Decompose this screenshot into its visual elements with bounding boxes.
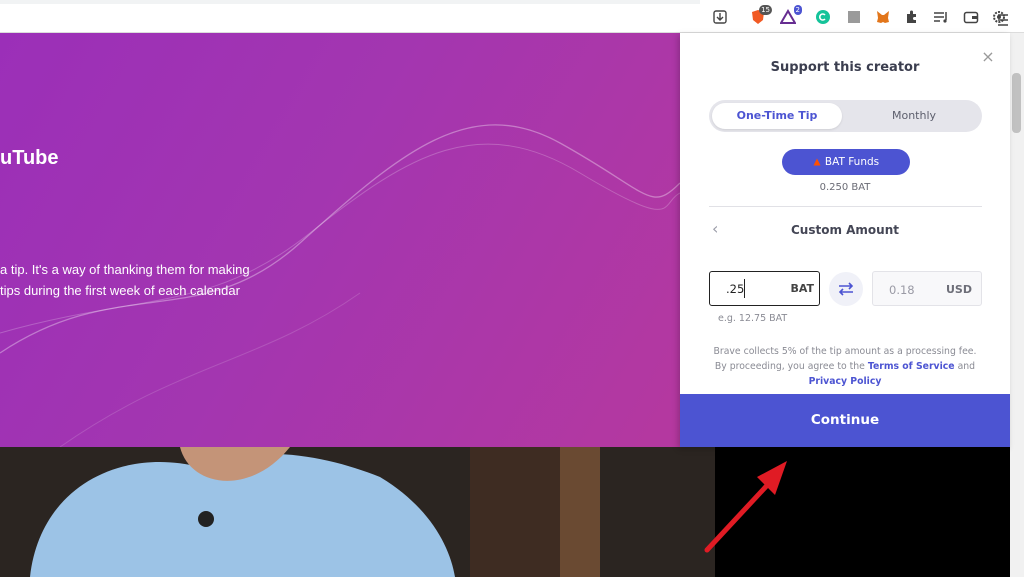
creator-banner: uTube a tip. It's a way of thanking them…	[0, 33, 680, 447]
section-divider	[709, 206, 982, 207]
metamask-icon[interactable]	[875, 9, 891, 25]
brave-shields-icon[interactable]: 15	[750, 5, 772, 25]
text-caret	[744, 279, 745, 298]
bat-triangle-icon	[813, 158, 821, 166]
banner-text-line: a tip. It's a way of thanking them for m…	[0, 262, 250, 277]
banner-text-line: tips during the first week of each calen…	[0, 283, 240, 298]
agree-text: By proceeding, you agree to the	[714, 361, 865, 372]
url-bar-edge	[0, 0, 700, 4]
and-text: and	[957, 361, 976, 372]
wallet-icon[interactable]	[963, 9, 979, 25]
bat-amount-value: .25	[726, 282, 745, 296]
close-icon[interactable]: ×	[980, 49, 996, 65]
tab-monthly[interactable]: Monthly	[849, 103, 979, 129]
support-creator-panel: Support this creator × One-Time Tip Mont…	[680, 33, 1010, 447]
swap-arrows-icon	[838, 282, 854, 296]
fee-disclaimer: Brave collects 5% of the tip amount as a…	[700, 344, 990, 389]
browser-toolbar: 15 2	[0, 0, 1024, 33]
download-icon[interactable]	[712, 9, 728, 25]
bat-funds-amount: 0.250 BAT	[819, 182, 871, 193]
banner-description: a tip. It's a way of thanking them for m…	[0, 259, 300, 301]
rewards-badge: 2	[793, 5, 802, 15]
swap-currency-button[interactable]	[829, 272, 863, 306]
annotation-arrow	[704, 461, 787, 553]
video-frame	[0, 447, 715, 577]
terms-of-service-link[interactable]: Terms of Service	[868, 361, 955, 372]
bat-unit-label: BAT	[790, 282, 814, 295]
brave-rewards-icon[interactable]: 2	[780, 5, 802, 25]
page-scrollbar[interactable]	[1010, 33, 1024, 577]
bat-amount-input[interactable]: .25 BAT	[709, 271, 820, 306]
continue-button[interactable]: Continue	[680, 394, 1010, 447]
puzzle-icon[interactable]	[904, 9, 920, 25]
video-person-image	[0, 447, 715, 577]
tab-one-time-tip[interactable]: One-Time Tip	[712, 103, 842, 129]
tip-type-toggle: One-Time Tip Monthly	[709, 100, 982, 132]
fee-text: Brave collects 5% of the tip amount as a…	[713, 346, 977, 357]
usd-amount-value: 0.18	[889, 283, 915, 297]
playlist-icon[interactable]	[933, 9, 949, 25]
menu-icon-glyph[interactable]	[998, 11, 1008, 30]
privacy-policy-link[interactable]: Privacy Policy	[809, 376, 882, 387]
banner-wave-decoration	[0, 124, 680, 447]
banner-title-fragment: uTube	[0, 147, 59, 169]
usd-unit-label: USD	[946, 283, 972, 296]
bat-funds-label: BAT Funds	[824, 156, 880, 168]
extension-gray-icon[interactable]	[846, 9, 862, 25]
custom-amount-label: Custom Amount	[790, 223, 899, 237]
panel-title: Support this creator	[770, 60, 920, 75]
bat-funds-button[interactable]: BAT Funds	[782, 149, 910, 175]
amount-example-hint: e.g. 12.75 BAT	[718, 313, 788, 324]
grammarly-icon[interactable]	[815, 9, 831, 25]
usd-amount-field: 0.18 USD	[872, 271, 982, 306]
shields-badge: 15	[759, 5, 772, 15]
scrollbar-thumb[interactable]	[1012, 73, 1021, 133]
